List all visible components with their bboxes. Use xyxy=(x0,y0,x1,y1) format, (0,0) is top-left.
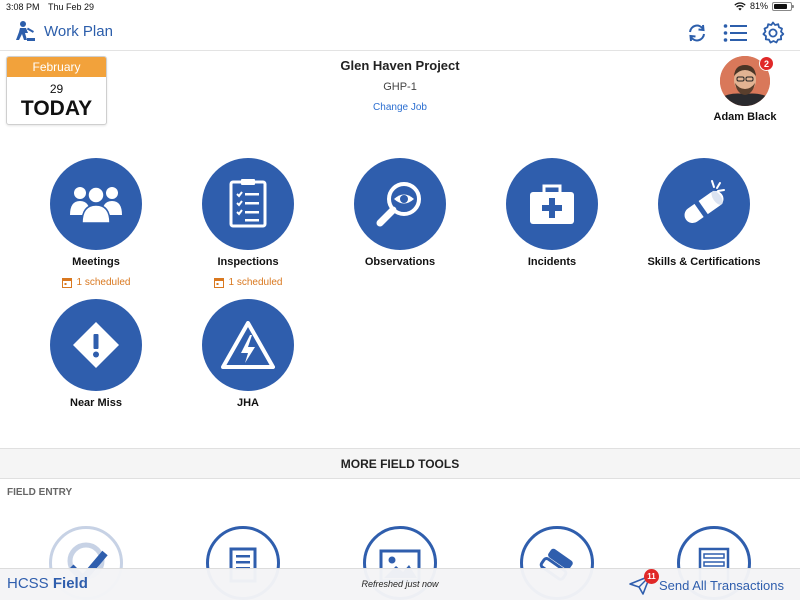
tool-incidents[interactable]: Incidents xyxy=(476,158,628,268)
work-plan-screen: { "status_bar": { "time": "3:08 PM", "da… xyxy=(0,0,800,600)
status-bar: 3:08 PM Thu Feb 29 81% xyxy=(0,0,800,14)
tool-label: Meetings xyxy=(72,256,120,268)
status-date: Thu Feb 29 xyxy=(48,2,95,12)
notification-badge: 2 xyxy=(759,56,774,71)
tool-jha[interactable]: JHA xyxy=(172,299,324,409)
incidents-circle xyxy=(506,158,598,250)
avatar[interactable]: 2 xyxy=(720,56,774,106)
sync-icon xyxy=(689,24,705,42)
refresh-status: Refreshed just now xyxy=(361,579,439,589)
nav-actions xyxy=(684,20,786,46)
project-code: GHP-1 xyxy=(383,81,417,93)
inspections-circle xyxy=(202,158,294,250)
calendar-icon xyxy=(213,278,224,288)
list-icon xyxy=(723,24,747,42)
send-plane-wrapper: 11 xyxy=(629,569,659,595)
tool-scheduled: 1 scheduled xyxy=(172,277,324,288)
nav-title-text: Work Plan xyxy=(44,22,113,40)
nav-bar: Work Plan xyxy=(0,14,800,51)
settings-button[interactable] xyxy=(760,20,786,46)
battery-icon xyxy=(772,1,794,11)
hazard-triangle-icon xyxy=(221,321,275,369)
diploma-icon xyxy=(684,180,725,224)
observations-circle xyxy=(354,158,446,250)
checklist-icon xyxy=(229,179,267,228)
tool-scheduled: 1 scheduled xyxy=(20,277,172,288)
tool-observations[interactable]: Observations xyxy=(324,158,476,268)
send-badge: 11 xyxy=(643,569,659,584)
status-indicators: 81% xyxy=(734,1,794,11)
field-entry-section-label: FIELD ENTRY xyxy=(7,487,73,498)
first-aid-kit-icon xyxy=(530,184,574,224)
tool-skills-certifications[interactable]: Skills & Certifications xyxy=(628,158,780,268)
brand-prefix: HCSS xyxy=(7,575,49,592)
bottom-bar: HCSS Field Refreshed just now 11 Send Al… xyxy=(0,568,800,600)
near-miss-circle xyxy=(50,299,142,391)
skills-circle xyxy=(658,158,750,250)
tool-label: Observations xyxy=(364,256,436,268)
today-date-card[interactable]: February 29 TODAY xyxy=(6,56,107,125)
tool-inspections[interactable]: Inspections 1 scheduled xyxy=(172,158,324,288)
tool-meetings[interactable]: Meetings 1 scheduled xyxy=(20,158,172,288)
date-month: February xyxy=(7,57,106,77)
tool-label: Incidents xyxy=(527,256,577,268)
battery-percent: 81% xyxy=(749,1,768,11)
list-button[interactable] xyxy=(722,20,748,46)
status-time: 3:08 PM xyxy=(6,2,40,12)
date-day: 29 xyxy=(49,82,64,96)
jha-circle xyxy=(202,299,294,391)
user-profile[interactable]: 2 Adam Black xyxy=(710,56,780,123)
tool-label: Inspections xyxy=(217,256,279,268)
date-today-label: TODAY xyxy=(20,97,93,120)
tool-near-miss[interactable]: Near Miss xyxy=(20,299,172,409)
more-field-tools-button[interactable]: MORE FIELD TOOLS xyxy=(0,448,800,479)
warning-diamond-icon xyxy=(73,322,119,368)
meetings-circle xyxy=(50,158,142,250)
brand-suffix: Field xyxy=(52,575,88,592)
send-all-label: Send All Transactions xyxy=(658,577,784,593)
calendar-icon xyxy=(61,278,72,288)
project-info: Glen Haven Project GHP-1 Change Job xyxy=(250,56,550,113)
tool-label: Skills & Certifications xyxy=(647,256,761,268)
work-plan-icon xyxy=(16,21,35,41)
project-name: Glen Haven Project xyxy=(340,58,460,73)
user-name: Adam Black xyxy=(713,111,777,123)
wifi-icon xyxy=(734,1,746,10)
tool-label: JHA xyxy=(236,397,259,409)
people-icon xyxy=(70,186,122,224)
settings-icon xyxy=(762,21,785,44)
nav-title[interactable]: Work Plan xyxy=(12,20,113,42)
hcss-field-logo: HCSS Field xyxy=(7,575,88,592)
magnifier-eye-icon xyxy=(376,182,421,227)
battery-fill xyxy=(774,3,787,9)
send-all-transactions-button[interactable]: 11 Send All Transactions xyxy=(629,569,784,595)
tool-label: Near Miss xyxy=(70,397,122,409)
sync-button[interactable] xyxy=(684,20,710,46)
tool-scheduled-text: 1 scheduled xyxy=(76,277,131,288)
change-job-link[interactable]: Change Job xyxy=(250,102,550,113)
tool-scheduled-text: 1 scheduled xyxy=(228,277,283,288)
